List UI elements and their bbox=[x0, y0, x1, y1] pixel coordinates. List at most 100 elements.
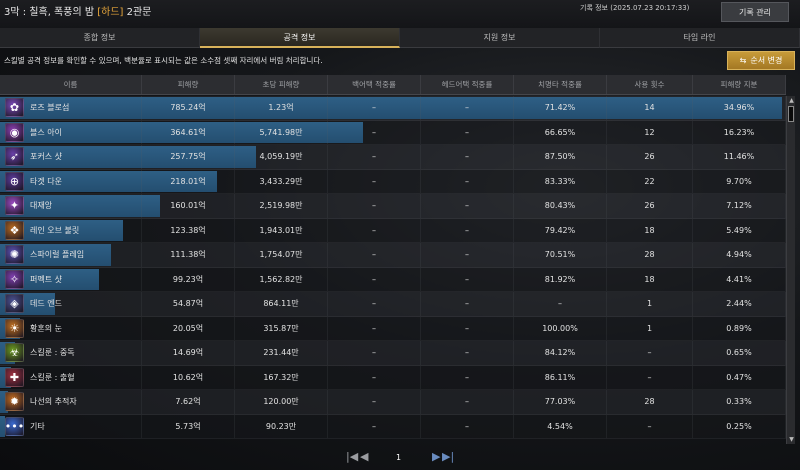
tab-timeline[interactable]: 타임 라인 bbox=[600, 28, 800, 48]
skill-name: 스킬룬 : 출혈 bbox=[30, 372, 75, 382]
table-row[interactable]: ✧ 퍼펙트 샷 99.23억 1,562.82만 – –81.92% 18 4.41% bbox=[0, 267, 786, 292]
damage-cell: 20.05억 bbox=[142, 316, 235, 340]
table-row[interactable]: ⊕ 타겟 다운 218.01억 3,433.29만 – –83.33% 22 9.70% bbox=[0, 169, 786, 194]
use-count-cell: 18 bbox=[607, 267, 693, 291]
prev-page-icon[interactable]: ◀ bbox=[360, 450, 368, 463]
column-header-use-count[interactable]: 사용 횟수 bbox=[607, 75, 693, 94]
crit-rate-cell: 66.65% bbox=[514, 120, 607, 144]
damage-cell: 364.61억 bbox=[142, 120, 235, 144]
table-scrollbar[interactable]: ▲ ▼ bbox=[786, 96, 795, 444]
table-row[interactable]: ✺ 스파이럴 플레임 111.38억 1,754.07만 – –70.51% 28 4.94% bbox=[0, 243, 786, 268]
tab-support-info[interactable]: 지원 정보 bbox=[400, 28, 600, 48]
table-row[interactable]: ☣ 스킬룬 : 중독 14.69억 231.44만 – –84.12% –0.65% bbox=[0, 341, 786, 366]
dps-cell: 231.44만 bbox=[235, 341, 328, 365]
description-text: 스킬별 공격 정보를 확인할 수 있으며, 백분율로 표시되는 값은 소수점 셋… bbox=[4, 56, 323, 65]
skill-name: 기타 bbox=[30, 421, 45, 431]
use-count-cell: 1 bbox=[607, 316, 693, 340]
damage-share-cell: 5.49% bbox=[693, 218, 786, 242]
table-row[interactable]: ✿ 로즈 블로섬 785.24억 1.23억 – –71.42% 14 34.96% bbox=[0, 96, 786, 121]
damage-cell: 257.75억 bbox=[142, 145, 235, 169]
table-row[interactable]: ◈ 데드 엔드 54.87억 864.11만 – – –1 2.44% bbox=[0, 292, 786, 317]
tab-overview[interactable]: 종합 정보 bbox=[0, 28, 200, 48]
use-count-cell: 26 bbox=[607, 145, 693, 169]
damage-share-cell: 2.44% bbox=[693, 292, 786, 316]
table-row[interactable]: ➶ 포커스 샷 257.75억 4,059.19만 – –87.50% 26 11.46% bbox=[0, 145, 786, 170]
dps-cell: 1,562.82만 bbox=[235, 267, 328, 291]
damage-cell: 14.69억 bbox=[142, 341, 235, 365]
scroll-up-icon[interactable]: ▲ bbox=[787, 96, 796, 105]
column-header-damage[interactable]: 피해량 bbox=[142, 75, 235, 94]
back-attack-cell: – bbox=[328, 414, 421, 438]
skill-name: 레인 오브 불릿 bbox=[30, 225, 80, 235]
column-header-name[interactable]: 이름 bbox=[0, 75, 142, 94]
skill-name-cell: ☣ 스킬룬 : 중독 bbox=[0, 341, 142, 365]
last-page-icon[interactable]: ▶| bbox=[442, 450, 454, 463]
damage-cell: 54.87억 bbox=[142, 292, 235, 316]
crit-rate-cell: 83.33% bbox=[514, 169, 607, 193]
scroll-down-icon[interactable]: ▼ bbox=[787, 435, 796, 444]
head-attack-cell: – bbox=[421, 194, 514, 218]
table-header: 이름 피해량 초당 피해량 백어택 적중률 헤드어택 적중률 치명타 적중률 사… bbox=[0, 75, 786, 95]
skill-name: 로즈 블로섬 bbox=[30, 103, 70, 113]
dps-cell: 315.87만 bbox=[235, 316, 328, 340]
skill-name-cell: ✿ 로즈 블로섬 bbox=[0, 96, 142, 120]
skill-name-cell: ✧ 퍼펙트 샷 bbox=[0, 267, 142, 291]
use-count-cell: – bbox=[607, 365, 693, 389]
skill-name: 스킬룬 : 중독 bbox=[30, 348, 75, 358]
skill-name-cell: ❖ 레인 오브 불릿 bbox=[0, 218, 142, 242]
column-header-dps[interactable]: 초당 피해량 bbox=[235, 75, 328, 94]
head-attack-cell: – bbox=[421, 414, 514, 438]
column-header-head-attack[interactable]: 헤드어택 적중률 bbox=[421, 75, 514, 94]
damage-share-cell: 7.12% bbox=[693, 194, 786, 218]
damage-cell: 5.73억 bbox=[142, 414, 235, 438]
order-change-label: 순서 변경 bbox=[750, 56, 783, 65]
use-count-cell: 28 bbox=[607, 243, 693, 267]
skill-name: 퍼펙트 샷 bbox=[30, 274, 62, 284]
record-manage-button[interactable]: 기록 관리 bbox=[721, 2, 789, 22]
skill-name-cell: ◈ 데드 엔드 bbox=[0, 292, 142, 316]
first-page-icon[interactable]: |◀ bbox=[346, 450, 358, 463]
spiral-tracker-icon: ✹ bbox=[5, 392, 24, 412]
skill-name-cell: ✚ 스킬룬 : 출혈 bbox=[0, 365, 142, 389]
head-attack-cell: – bbox=[421, 218, 514, 242]
table-row[interactable]: ••• 기타 5.73억 90.23만 – –4.54% –0.25% bbox=[0, 414, 786, 439]
order-change-button[interactable]: ⇆ 순서 변경 bbox=[727, 51, 795, 70]
head-attack-cell: – bbox=[421, 120, 514, 144]
dps-cell: 1,943.01만 bbox=[235, 218, 328, 242]
page-number[interactable]: 1 bbox=[396, 453, 401, 462]
damage-share-cell: 16.23% bbox=[693, 120, 786, 144]
tab-attack-info[interactable]: 공격 정보 bbox=[200, 28, 400, 48]
use-count-cell: – bbox=[607, 341, 693, 365]
head-attack-cell: – bbox=[421, 292, 514, 316]
damage-cell: 160.01억 bbox=[142, 194, 235, 218]
skill-table: ✿ 로즈 블로섬 785.24억 1.23억 – –71.42% 14 34.96% ◉ 블스 아… bbox=[0, 96, 786, 444]
scroll-thumb[interactable] bbox=[788, 106, 794, 122]
skill-name: 데드 엔드 bbox=[30, 299, 62, 309]
column-header-crit-rate[interactable]: 치명타 적중률 bbox=[514, 75, 607, 94]
crit-rate-cell: 77.03% bbox=[514, 390, 607, 414]
table-row[interactable]: ✚ 스킬룬 : 출혈 10.62억 167.32만 – –86.11% –0.47% bbox=[0, 365, 786, 390]
table-row[interactable]: ✦ 대재앙 160.01억 2,519.98만 – –80.43% 26 7.12% bbox=[0, 194, 786, 219]
table-row[interactable]: ❖ 레인 오브 불릿 123.38억 1,943.01만 – –79.42% 18 5.49% bbox=[0, 218, 786, 243]
back-attack-cell: – bbox=[328, 145, 421, 169]
skill-name-cell: ✦ 대재앙 bbox=[0, 194, 142, 218]
etc-icon: ••• bbox=[5, 416, 24, 436]
tab-bar: 종합 정보 공격 정보 지원 정보 타임 라인 bbox=[0, 28, 800, 48]
column-header-damage-share[interactable]: 피해량 지분 bbox=[693, 75, 786, 94]
use-count-cell: 1 bbox=[607, 292, 693, 316]
back-attack-cell: – bbox=[328, 341, 421, 365]
table-row[interactable]: ☀ 황혼의 눈 20.05억 315.87만 – –100.00% 1 0.89% bbox=[0, 316, 786, 341]
back-attack-cell: – bbox=[328, 390, 421, 414]
table-row[interactable]: ◉ 블스 아이 364.61억 5,741.98만 – –66.65% 12 16.23% bbox=[0, 120, 786, 145]
dps-cell: 864.11만 bbox=[235, 292, 328, 316]
column-header-back-attack[interactable]: 백어택 적중률 bbox=[328, 75, 421, 94]
crit-rate-cell: 71.42% bbox=[514, 96, 607, 120]
back-attack-cell: – bbox=[328, 194, 421, 218]
raid-title: 3막 : 칠흑, 폭풍의 밤 [하드] 2관문 bbox=[4, 3, 151, 18]
skill-name: 나선의 추적자 bbox=[30, 397, 77, 407]
table-row[interactable]: ✹ 나선의 추적자 7.62억 120.00만 – –77.03% 28 0.33% bbox=[0, 390, 786, 415]
skill-name: 블스 아이 bbox=[30, 127, 62, 137]
next-page-icon[interactable]: ▶ bbox=[432, 450, 440, 463]
damage-share-cell: 0.47% bbox=[693, 365, 786, 389]
damage-cell: 111.38억 bbox=[142, 243, 235, 267]
